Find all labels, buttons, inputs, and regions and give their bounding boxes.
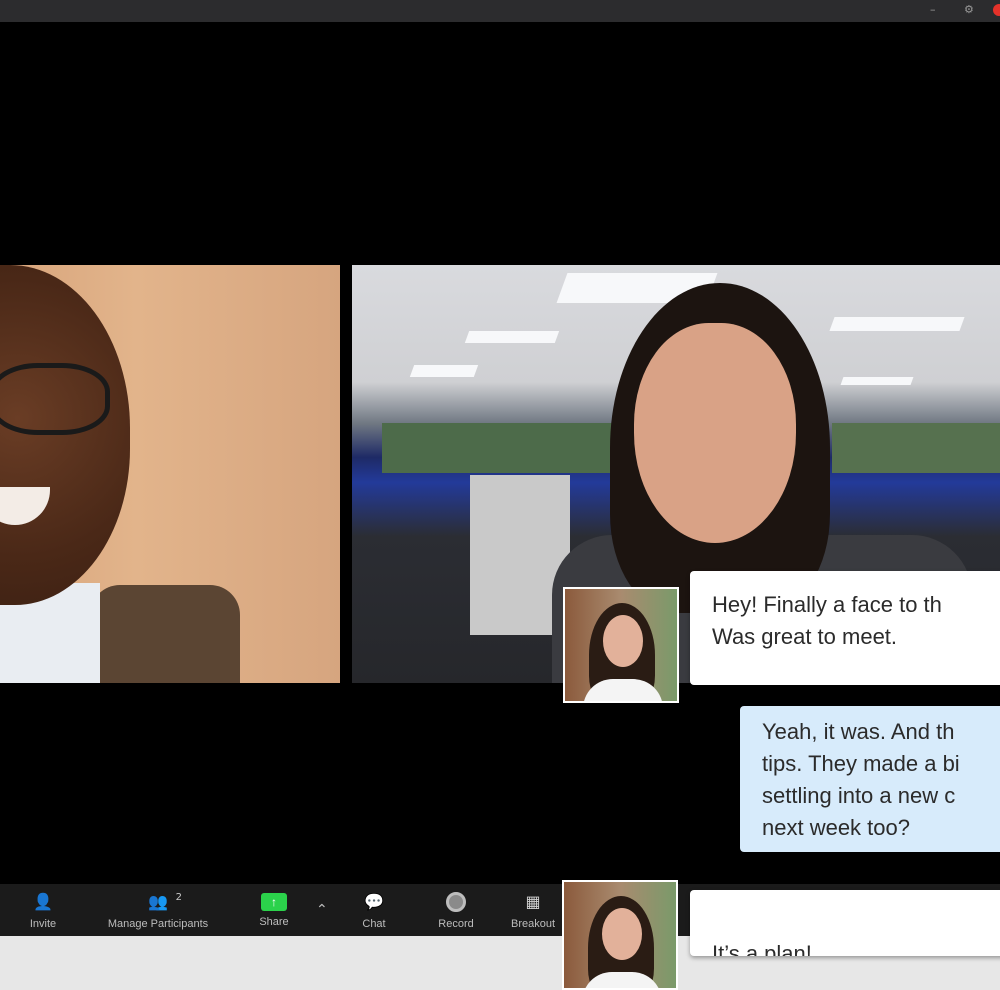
ceiling-light [840, 377, 914, 385]
share-button[interactable]: ↑ Share [252, 884, 296, 936]
participant-1-glasses [0, 363, 110, 435]
manage-participants-button[interactable]: 👥 2 Manage Participants [92, 884, 224, 936]
share-icon: ↑ [261, 893, 287, 911]
participant-1-head [0, 265, 130, 605]
ceiling-light [464, 331, 560, 343]
breakout-button[interactable]: ▦ Breakout [504, 884, 562, 936]
chat-icon: 💬 [364, 892, 384, 911]
office-windows-right [832, 423, 1000, 473]
participant-count: 2 [175, 892, 182, 903]
participant-video-tile-1[interactable] [0, 265, 340, 683]
share-options-chevron-icon[interactable]: ⌃ [316, 902, 328, 918]
minimize-icon[interactable]: – [930, 3, 936, 16]
breakout-icon: ▦ [525, 892, 541, 911]
record-icon [446, 892, 466, 912]
settings-icon[interactable]: ⚙ [964, 3, 974, 16]
chat-message-incoming: It’s a plan! 🥳 [690, 890, 1000, 956]
window-title-bar: – ⚙ [0, 0, 1000, 22]
chat-message-outgoing: Yeah, it was. And th tips. They made a b… [740, 706, 1000, 852]
invite-icon: 👤 [33, 892, 53, 911]
participants-icon: 👥 2 [148, 892, 182, 912]
chat-message-text: It’s a plan! [712, 941, 812, 956]
chat-avatar [563, 587, 679, 703]
participant-1-jacket [90, 585, 240, 683]
participant-2-face [634, 323, 796, 543]
ceiling-light [829, 317, 965, 331]
chat-button[interactable]: 💬 Chat [352, 884, 396, 936]
record-button[interactable]: Record [430, 884, 482, 936]
close-icon[interactable] [993, 4, 1000, 16]
chat-message-incoming: Hey! Finally a face to th Was great to m… [690, 571, 1000, 685]
chat-avatar [562, 880, 678, 990]
invite-button[interactable]: 👤 Invite [20, 884, 66, 936]
ceiling-light [409, 365, 479, 377]
office-windows [382, 423, 642, 473]
